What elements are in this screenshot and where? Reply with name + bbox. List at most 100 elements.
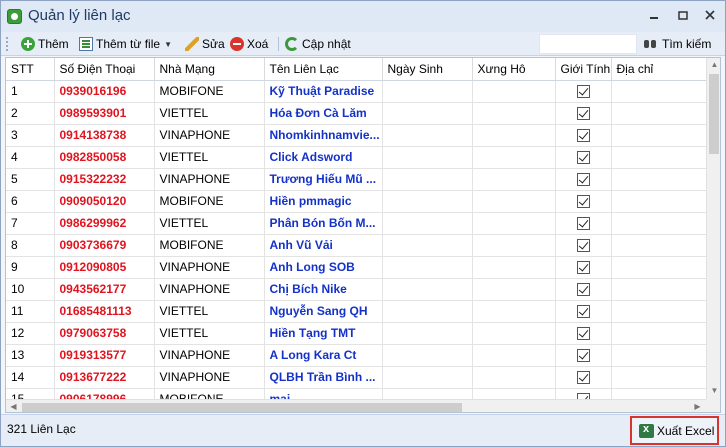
gender-checkbox[interactable] [576,129,590,143]
row-number[interactable]: 11 [6,300,55,323]
contact-name-cell[interactable]: Nhomkinhnamvie... [264,124,383,147]
gender-cell[interactable] [555,124,612,147]
table-row[interactable]: 12 0979063758 VIETTEL Hiền Tạng TMT [6,322,707,345]
row-number[interactable]: 14 [6,366,55,389]
network-cell[interactable]: VINAPHONE [154,366,265,389]
table-row[interactable]: 10 0943562177 VINAPHONE Chị Bích Nike [6,278,707,301]
update-button[interactable]: Cập nhật [285,35,351,53]
contact-name-cell[interactable]: Chị Bích Nike [264,278,383,301]
gender-checkbox[interactable] [576,151,590,165]
contact-name-cell[interactable]: Click Adsword [264,146,383,169]
birthday-cell[interactable] [382,234,473,257]
salutation-cell[interactable] [472,344,556,367]
salutation-cell[interactable] [472,212,556,235]
gender-cell[interactable] [555,212,612,235]
address-cell[interactable] [611,322,707,345]
address-cell[interactable] [611,278,707,301]
contact-name-cell[interactable]: Phân Bón Bốn M... [264,212,383,235]
gender-cell[interactable] [555,278,612,301]
row-number[interactable]: 3 [6,124,55,147]
network-cell[interactable]: VINAPHONE [154,344,265,367]
birthday-cell[interactable] [382,344,473,367]
network-cell[interactable]: VIETTEL [154,300,265,323]
contact-name-cell[interactable]: Anh Vũ Vải [264,234,383,257]
table-row[interactable]: 4 0982850058 VIETTEL Click Adsword [6,146,707,169]
gender-checkbox[interactable] [576,283,590,297]
salutation-cell[interactable] [472,234,556,257]
gender-checkbox[interactable] [576,85,590,99]
restore-button[interactable] [676,10,690,22]
salutation-cell[interactable] [472,278,556,301]
address-cell[interactable] [611,256,707,279]
salutation-cell[interactable] [472,146,556,169]
gender-cell[interactable] [555,322,612,345]
row-number[interactable]: 7 [6,212,55,235]
gender-cell[interactable] [555,146,612,169]
gender-cell[interactable] [555,102,612,125]
address-cell[interactable] [611,344,707,367]
row-number[interactable]: 5 [6,168,55,191]
phone-cell[interactable]: 0939016196 [54,80,155,103]
phone-cell[interactable]: 0909050120 [54,190,155,213]
birthday-cell[interactable] [382,168,473,191]
search-input[interactable] [539,34,637,54]
salutation-cell[interactable] [472,366,556,389]
gender-checkbox[interactable] [576,261,590,275]
phone-cell[interactable]: 0915322232 [54,168,155,191]
delete-button[interactable]: Xoá [230,35,268,53]
birthday-cell[interactable] [382,190,473,213]
gender-checkbox[interactable] [576,195,590,209]
salutation-cell[interactable] [472,102,556,125]
scroll-down-icon[interactable]: ▼ [707,386,720,395]
table-row[interactable]: 8 0903736679 MOBIFONE Anh Vũ Vải [6,234,707,257]
salutation-cell[interactable] [472,124,556,147]
salutation-cell[interactable] [472,322,556,345]
gender-checkbox[interactable] [576,349,590,363]
close-button[interactable] [703,10,717,22]
gender-checkbox[interactable] [576,239,590,253]
phone-cell[interactable]: 0919313577 [54,344,155,367]
address-cell[interactable] [611,102,707,125]
table-row[interactable]: 9 0912090805 VINAPHONE Anh Long SOB [6,256,707,279]
gender-cell[interactable] [555,80,612,103]
row-number[interactable]: 13 [6,344,55,367]
address-cell[interactable] [611,190,707,213]
salutation-cell[interactable] [472,190,556,213]
network-cell[interactable]: VINAPHONE [154,168,265,191]
gender-checkbox[interactable] [576,173,590,187]
contact-name-cell[interactable]: QLBH Trần Bình ... [264,366,383,389]
table-row[interactable]: 3 0914138738 VINAPHONE Nhomkinhnamvie... [6,124,707,147]
network-cell[interactable]: VINAPHONE [154,256,265,279]
birthday-cell[interactable] [382,124,473,147]
row-number[interactable]: 12 [6,322,55,345]
vertical-scroll-thumb[interactable] [709,74,719,154]
birthday-cell[interactable] [382,146,473,169]
birthday-cell[interactable] [382,256,473,279]
search-button[interactable]: Tìm kiếm [643,35,711,53]
gender-cell[interactable] [555,344,612,367]
birthday-cell[interactable] [382,102,473,125]
contact-name-cell[interactable]: Trương Hiếu Mũ ... [264,168,383,191]
gender-checkbox[interactable] [576,305,590,319]
phone-cell[interactable]: 0979063758 [54,322,155,345]
network-cell[interactable]: MOBIFONE [154,234,265,257]
column-header[interactable]: Ngày Sinh [382,58,473,81]
contact-name-cell[interactable]: Kỹ Thuật Paradise [264,80,383,103]
phone-cell[interactable]: 0986299962 [54,212,155,235]
contact-name-cell[interactable]: A Long Kara Ct [264,344,383,367]
table-row[interactable]: 2 0989593901 VIETTEL Hóa Đơn Cà Lăm [6,102,707,125]
phone-cell[interactable]: 0913677222 [54,366,155,389]
birthday-cell[interactable] [382,366,473,389]
row-number[interactable]: 9 [6,256,55,279]
row-number[interactable]: 4 [6,146,55,169]
network-cell[interactable]: VIETTEL [154,322,265,345]
contact-name-cell[interactable]: Anh Long SOB [264,256,383,279]
table-row[interactable]: 11 01685481113 VIETTEL Nguyễn Sang QH [6,300,707,323]
scroll-left-icon[interactable]: ◀ [6,402,21,411]
minimize-button[interactable] [647,10,661,22]
birthday-cell[interactable] [382,80,473,103]
horizontal-scrollbar[interactable]: ◀ ▶ [6,399,706,412]
column-header[interactable]: Số Điện Thoại [54,58,155,81]
network-cell[interactable]: VINAPHONE [154,278,265,301]
contact-name-cell[interactable]: Hiền pmmagic [264,190,383,213]
